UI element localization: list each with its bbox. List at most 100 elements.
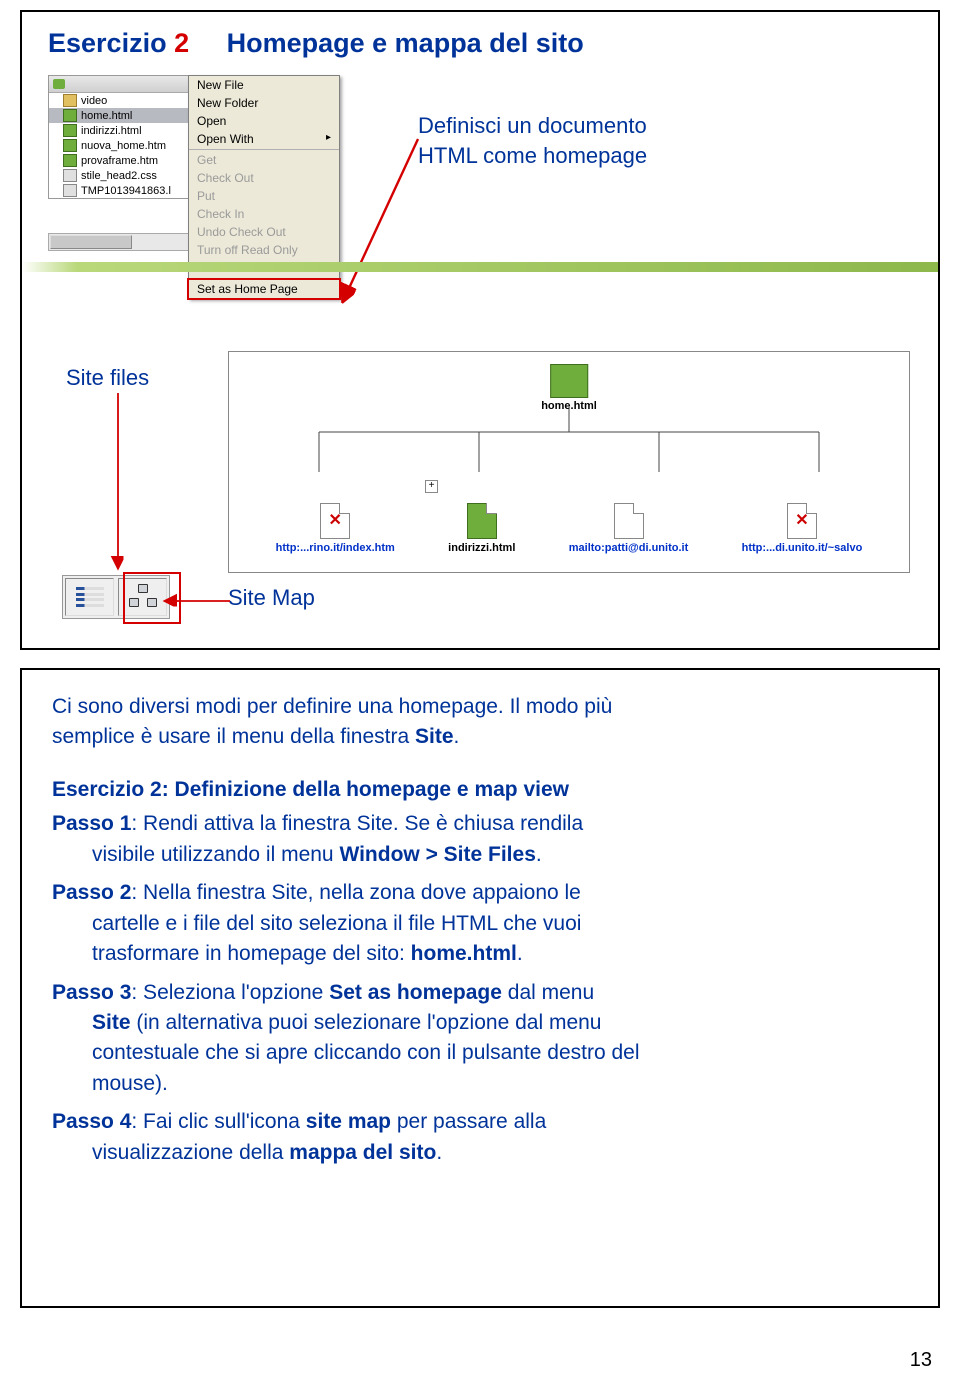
site-icon	[53, 79, 65, 89]
step3-a-pre: : Seleziona l'opzione	[131, 981, 329, 1004]
slide1-heading: Esercizio 2 Homepage e mappa del sito	[48, 28, 912, 59]
step3-a-mid: dal menu	[502, 981, 594, 1004]
file-tree-item[interactable]: home.html	[49, 108, 189, 123]
menu-item-set-as-home-page[interactable]: Set as Home Page	[187, 278, 341, 300]
step3-label: Passo 3	[52, 981, 131, 1004]
file-label: TMP1013941863.l	[81, 185, 171, 197]
file-label: indirizzi.html	[81, 125, 142, 137]
intro-l2-bold: Site	[415, 725, 454, 748]
file-icon	[63, 184, 77, 197]
view-toolbar	[62, 575, 170, 619]
intro-paragraph: Ci sono diversi modi per definire una ho…	[52, 692, 908, 753]
menu-item-new-file[interactable]: New File	[189, 76, 339, 94]
step4-a-bold: site map	[306, 1110, 391, 1133]
menu-item-put: Put	[189, 187, 339, 205]
menu-item-open[interactable]: Open	[189, 112, 339, 130]
step1-b-pre: visibile utilizzando il menu	[92, 843, 339, 866]
step3-b-post: (in alternativa puoi selezionare l'opzio…	[131, 1011, 602, 1034]
file-label: home.html	[81, 110, 132, 122]
heading-title: Homepage e mappa del sito	[227, 28, 584, 58]
file-tree-item[interactable]: stile_head2.css	[49, 168, 189, 183]
arrow-to-menu-item	[338, 109, 578, 309]
file-icon	[63, 169, 77, 182]
exercise-heading: Esercizio 2: Definizione della homepage …	[52, 775, 908, 805]
menu-item-check-out: Check Out	[189, 169, 339, 187]
file-tree-item[interactable]: indirizzi.html	[49, 123, 189, 138]
file-label: provaframe.htm	[81, 155, 158, 167]
scrollbar-thumb[interactable]	[50, 235, 132, 249]
step2-c-bold: home.html	[411, 942, 517, 965]
file-tree-item[interactable]: TMP1013941863.l	[49, 183, 189, 198]
step4-b-bold: mappa del sito	[289, 1141, 436, 1164]
step-2: Passo 2: Nella finestra Site, nella zona…	[52, 878, 908, 969]
step3-c: contestuale che si apre cliccando con il…	[92, 1041, 640, 1064]
sitemap-node-label: mailto:patti@di.unito.it	[569, 542, 689, 554]
intro-l1: Ci sono diversi modi per definire una ho…	[52, 695, 612, 718]
lower-illustration: Site files home.html +	[48, 351, 912, 661]
page-icon	[614, 503, 644, 539]
horizontal-scrollbar[interactable]	[48, 233, 190, 251]
upper-illustration: video home.html indirizzi.htmlnuova_home.h…	[48, 75, 912, 335]
step4-label: Passo 4	[52, 1110, 131, 1133]
step1-b-post: .	[536, 843, 542, 866]
expand-icon[interactable]: +	[425, 480, 438, 493]
step2-b: cartelle e i file del sito seleziona il …	[92, 912, 581, 935]
list-icon	[76, 586, 104, 608]
step4-b-pre: visualizzazione della	[92, 1141, 289, 1164]
menu-item-new-folder[interactable]: New Folder	[189, 94, 339, 112]
home-file-icon	[550, 364, 588, 398]
step2-c-pre: trasformare in homepage del sito:	[92, 942, 411, 965]
file-label: stile_head2.css	[81, 170, 157, 182]
step1-a: : Rendi attiva la finestra Site. Se è ch…	[131, 812, 583, 835]
step-4: Passo 4: Fai clic sull'icona site map pe…	[52, 1107, 908, 1168]
step4-a-post: per passare alla	[391, 1110, 546, 1133]
sitemap-node: http:...di.unito.it/~salvo	[742, 503, 863, 554]
page-number: 13	[910, 1349, 932, 1372]
site-files-button[interactable]	[65, 578, 114, 616]
tree-icon	[129, 584, 157, 610]
intro-l2-pre: semplice è usare il menu della finestra	[52, 725, 415, 748]
step1-label: Passo 1	[52, 812, 131, 835]
step4-b-post: .	[436, 1141, 442, 1164]
arrow-site-files	[108, 387, 128, 577]
file-tree-item[interactable]: video	[49, 93, 189, 108]
file-icon	[63, 94, 77, 107]
intro-l2-post: .	[454, 725, 460, 748]
step2-label: Passo 2	[52, 881, 131, 904]
heading-label: Esercizio	[48, 28, 167, 58]
menu-item-turn-off-read-only: Turn off Read Only	[189, 241, 339, 259]
file-tree-panel: video home.html indirizzi.htmlnuova_home.h…	[48, 75, 190, 199]
sitemap-frame: home.html + http:...rino.it/index.htm ind…	[228, 351, 910, 573]
sitemap-node: mailto:patti@di.unito.it	[569, 503, 689, 554]
file-tree-header	[49, 76, 189, 93]
step3-d: mouse).	[92, 1072, 168, 1095]
step3-a-bold: Set as homepage	[329, 981, 502, 1004]
file-tree-item[interactable]: provaframe.htm	[49, 153, 189, 168]
menu-item-check-in: Check In	[189, 205, 339, 223]
menu-separator	[189, 149, 339, 150]
step-1: Passo 1: Rendi attiva la finestra Site. …	[52, 809, 908, 870]
page-icon	[467, 503, 497, 539]
heading-number: 2	[174, 28, 189, 58]
slide-2: Ci sono diversi modi per definire una ho…	[20, 668, 940, 1308]
file-tree-item[interactable]: nuova_home.htm	[49, 138, 189, 153]
sitemap-root-label: home.html	[541, 400, 597, 412]
site-map-label: Site Map	[228, 585, 315, 611]
sitemap-node-label: indirizzi.html	[448, 542, 515, 554]
sitemap-node-label: http:...di.unito.it/~salvo	[742, 542, 863, 554]
file-icon	[63, 139, 77, 152]
file-icon	[63, 109, 77, 122]
sitemap-root: home.html	[541, 364, 597, 412]
arrow-site-map	[160, 591, 240, 611]
menu-item-open-with[interactable]: Open With	[189, 130, 339, 148]
sitemap-node-label: http:...rino.it/index.htm	[276, 542, 395, 554]
step2-a: : Nella finestra Site, nella zona dove a…	[131, 881, 580, 904]
divider-bar	[22, 262, 938, 272]
sitemap-node: indirizzi.html	[448, 503, 515, 554]
step4-a-pre: : Fai clic sull'icona	[131, 1110, 305, 1133]
file-icon	[63, 154, 77, 167]
step-3: Passo 3: Seleziona l'opzione Set as home…	[52, 978, 908, 1100]
step3-b-bold: Site	[92, 1011, 131, 1034]
file-icon	[63, 124, 77, 137]
page-icon	[787, 503, 817, 539]
